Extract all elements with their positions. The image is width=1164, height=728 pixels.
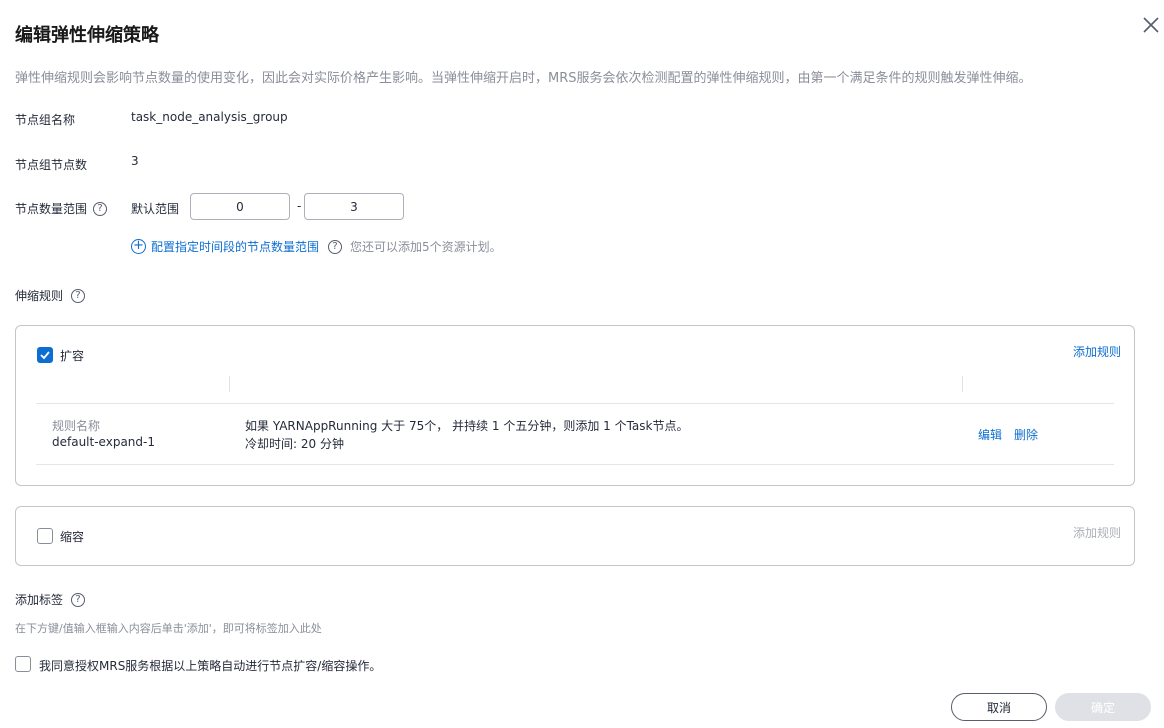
help-icon[interactable]: ? xyxy=(71,592,86,607)
help-icon[interactable]: ? xyxy=(93,201,108,216)
table-column-divider xyxy=(962,376,963,392)
node-group-count-value: 3 xyxy=(131,154,139,168)
table-divider xyxy=(36,464,1114,465)
agreement-text: 我同意授权MRS服务根据以上策略自动进行节点扩容/缩容操作。 xyxy=(39,659,382,673)
checkmark-icon xyxy=(40,351,50,360)
tags-hint: 在下方键/值输入框输入内容后单击'添加'，即可将标签加入此处 xyxy=(15,622,322,635)
default-range-label: 默认范围 xyxy=(131,202,180,216)
add-range-hint: 您还可以添加5个资源计划。 xyxy=(350,240,502,254)
rule-name-label: 规则名称 xyxy=(52,419,101,433)
rule-name: default-expand-1 xyxy=(52,435,155,449)
expand-add-rule-link[interactable]: 添加规则 xyxy=(1073,343,1121,360)
rule-cooldown: 冷却时间: 20 分钟 xyxy=(245,437,344,451)
node-group-name-label: 节点组名称 xyxy=(15,113,76,127)
shrink-checkbox[interactable] xyxy=(37,528,53,544)
tags-label: 添加标签 ? xyxy=(15,591,86,608)
help-icon[interactable]: ? xyxy=(328,239,343,254)
expand-panel: 扩容 添加规则 规则名称 default-expand-1 如果 YARNApp… xyxy=(15,325,1135,486)
close-icon[interactable] xyxy=(1140,14,1162,36)
add-time-range-link[interactable]: 配置指定时间段的节点数量范围 xyxy=(151,238,319,255)
table-divider xyxy=(36,403,1114,404)
scaling-rules-label: 伸缩规则 ? xyxy=(15,287,86,304)
table-column-divider xyxy=(229,376,230,392)
cancel-button[interactable]: 取消 xyxy=(951,693,1047,721)
node-group-count-label: 节点组节点数 xyxy=(15,158,88,172)
node-group-name-value: task_node_analysis_group xyxy=(131,110,288,124)
expand-checkbox[interactable] xyxy=(37,347,53,363)
shrink-add-rule-link[interactable]: 添加规则 xyxy=(1073,524,1121,541)
shrink-panel: 缩容 添加规则 xyxy=(15,506,1135,566)
rule-condition: 如果 YARNAppRunning 大于 75个， 并持续 1 个五分钟，则添加… xyxy=(245,419,689,433)
rule-edit-link[interactable]: 编辑 xyxy=(978,426,1002,443)
node-range-label: 节点数量范围 ? xyxy=(15,200,108,217)
help-icon[interactable]: ? xyxy=(71,288,86,303)
confirm-button[interactable]: 确定 xyxy=(1055,693,1151,721)
agreement-checkbox[interactable] xyxy=(15,656,31,672)
rule-delete-link[interactable]: 删除 xyxy=(1014,426,1038,443)
add-time-range: + 配置指定时间段的节点数量范围 ? 您还可以添加5个资源计划。 xyxy=(131,238,502,255)
shrink-title: 缩容 xyxy=(60,530,85,544)
range-separator: - xyxy=(297,199,302,213)
dialog-title: 编辑弹性伸缩策略 xyxy=(15,25,159,46)
expand-title: 扩容 xyxy=(60,349,85,363)
range-min-input[interactable] xyxy=(190,193,290,220)
range-max-input[interactable] xyxy=(304,193,404,220)
plus-circle-icon[interactable]: + xyxy=(131,239,146,254)
dialog-description: 弹性伸缩规则会影响节点数量的使用变化，因此会对实际价格产生影响。当弹性伸缩开启时… xyxy=(15,71,1032,86)
